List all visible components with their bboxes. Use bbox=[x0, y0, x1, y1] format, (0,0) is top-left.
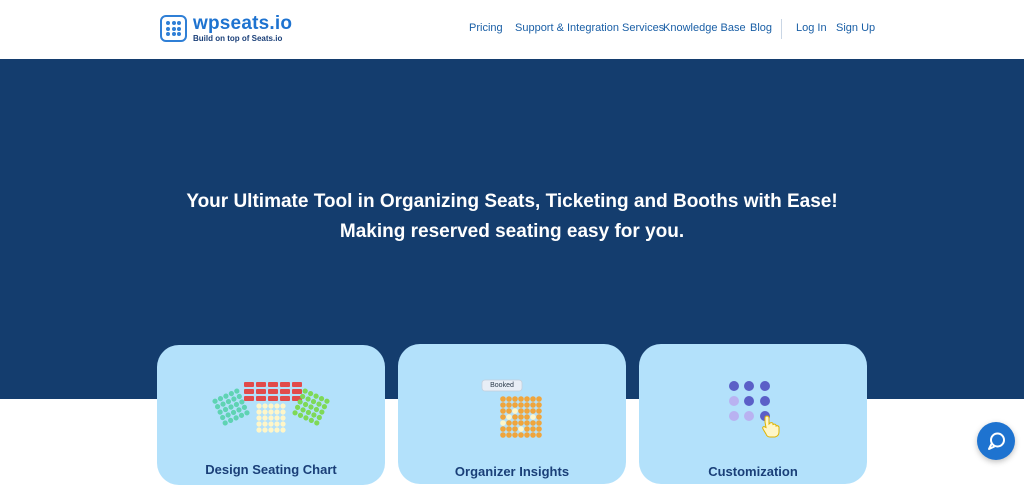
seats-logo-icon bbox=[160, 15, 187, 42]
chat-widget-button[interactable] bbox=[977, 422, 1015, 460]
hero-headline: Your Ultimate Tool in Organizing Seats, … bbox=[0, 187, 1024, 247]
site-header: wpseats.io Build on top of Seats.io Pric… bbox=[0, 0, 1024, 60]
booked-badge-label: Booked bbox=[490, 382, 514, 389]
seating-chart-illustration bbox=[212, 382, 330, 433]
nav-login[interactable]: Log In bbox=[796, 22, 827, 34]
hero-line-1: Your Ultimate Tool in Organizing Seats, … bbox=[186, 191, 838, 212]
nav-support-integration[interactable]: Support & Integration Services bbox=[515, 22, 664, 34]
pointer-hand-icon bbox=[762, 415, 780, 438]
hero-line-2: Making reserved seating easy for you. bbox=[339, 221, 685, 242]
chat-bubble-icon bbox=[988, 432, 1005, 450]
card-title-customization: Customization bbox=[708, 464, 798, 479]
logo-subtitle: Build on top of Seats.io bbox=[193, 34, 283, 43]
site-logo[interactable]: wpseats.io Build on top of Seats.io bbox=[160, 14, 292, 43]
feature-card-insights[interactable]: Booked Organizer Insights bbox=[398, 344, 626, 484]
card-title-design: Design Seating Chart bbox=[205, 462, 337, 477]
nav-divider bbox=[781, 19, 782, 39]
nav-blog[interactable]: Blog bbox=[750, 22, 772, 34]
nav-knowledge-base[interactable]: Knowledge Base bbox=[663, 22, 746, 34]
feature-card-design[interactable]: Design Seating Chart bbox=[157, 345, 385, 485]
card-title-insights: Organizer Insights bbox=[454, 464, 570, 479]
insights-illustration bbox=[481, 379, 542, 438]
nav-signup[interactable]: Sign Up bbox=[836, 22, 875, 34]
nav-pricing[interactable]: Pricing bbox=[469, 22, 503, 34]
logo-title: wpseats.io bbox=[193, 13, 293, 34]
feature-card-customization[interactable]: Customization bbox=[639, 344, 867, 484]
customization-illustration bbox=[729, 381, 780, 438]
